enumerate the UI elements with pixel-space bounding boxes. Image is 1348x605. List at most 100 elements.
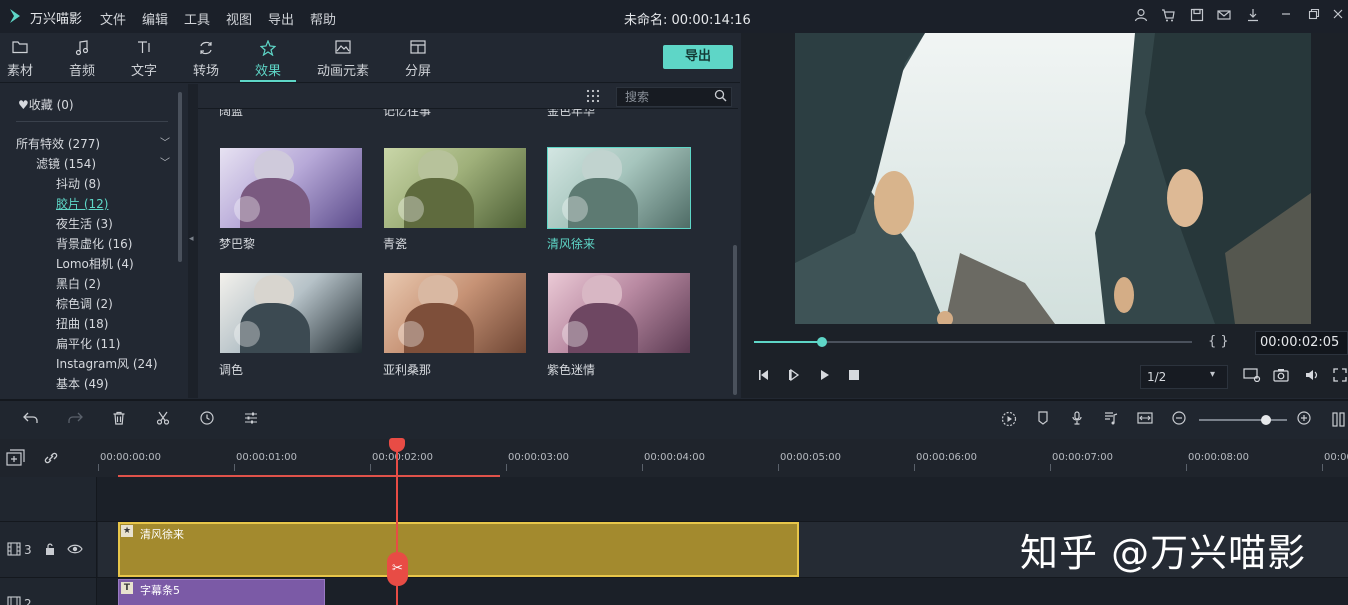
zoom-slider-track[interactable] bbox=[1199, 419, 1287, 421]
close-icon[interactable] bbox=[1330, 8, 1346, 24]
snapshot-icon[interactable] bbox=[1272, 368, 1290, 384]
sidebar-collapse-handle[interactable]: ◂ bbox=[188, 84, 198, 398]
chevron-down-icon[interactable]: ▾ bbox=[1210, 369, 1215, 380]
tab-transition[interactable]: 转场 bbox=[178, 40, 234, 80]
fit-timeline-icon[interactable] bbox=[1136, 411, 1154, 429]
sidebar-item-instagram[interactable]: Instagram风 (24) bbox=[56, 355, 158, 372]
eye-icon[interactable] bbox=[67, 542, 83, 559]
playback-scrubber-handle[interactable] bbox=[817, 337, 827, 347]
effect-label: 阔蓝 bbox=[219, 109, 244, 118]
menu-tools[interactable]: 工具 bbox=[184, 9, 210, 28]
user-icon[interactable] bbox=[1133, 8, 1149, 24]
sidebar-item-shake[interactable]: 抖动 (8) bbox=[56, 175, 101, 192]
text-clip-label: 字幕条5 bbox=[140, 584, 180, 597]
split-scissors-button[interactable]: ✂ bbox=[387, 552, 408, 586]
cart-icon[interactable] bbox=[1160, 8, 1176, 24]
minimize-icon[interactable] bbox=[1278, 8, 1294, 24]
chevron-down-icon[interactable]: ﹀ bbox=[160, 154, 170, 169]
effect-clip-label: 清风徐来 bbox=[140, 528, 184, 541]
effect-thumb-toning[interactable] bbox=[219, 272, 363, 354]
tab-audio[interactable]: 音频 bbox=[54, 40, 110, 80]
sidebar-item-film[interactable]: 胶片 (12) bbox=[56, 195, 108, 212]
sidebar-item-basic[interactable]: 基本 (49) bbox=[56, 375, 108, 392]
restore-icon[interactable] bbox=[1306, 8, 1322, 24]
favorites-item[interactable]: ♥收藏 (0) bbox=[18, 96, 74, 113]
delete-icon[interactable] bbox=[110, 411, 128, 429]
layout-toggle-icon[interactable] bbox=[1330, 411, 1348, 429]
grid-view-icon[interactable] bbox=[586, 89, 600, 103]
menu-help[interactable]: 帮助 bbox=[310, 9, 336, 28]
next-frame-icon[interactable] bbox=[785, 368, 803, 384]
sidebar-item-lomo[interactable]: Lomo相机 (4) bbox=[56, 255, 134, 272]
transition-icon bbox=[178, 40, 234, 60]
menu-file[interactable]: 文件 bbox=[100, 9, 126, 28]
fullscreen-icon[interactable] bbox=[1331, 368, 1348, 384]
redo-icon[interactable] bbox=[66, 411, 84, 429]
link-icon[interactable] bbox=[42, 449, 60, 467]
zoom-in-icon[interactable] bbox=[1295, 411, 1313, 429]
effects-cut-row: 阔蓝 记忆往事 金色年华 bbox=[198, 109, 733, 123]
track-headers bbox=[0, 477, 97, 605]
scissors-icon[interactable] bbox=[154, 411, 172, 429]
filters-item[interactable]: 滤镜 (154) bbox=[36, 155, 96, 172]
effect-label: 金色年华 bbox=[547, 109, 596, 118]
ruler-tick bbox=[1186, 464, 1187, 471]
tab-split-screen[interactable]: 分屏 bbox=[390, 40, 446, 80]
sidebar-item-sepia[interactable]: 棕色调 (2) bbox=[56, 295, 113, 312]
heart-icon: ♥ bbox=[18, 98, 29, 112]
effects-scrollbar[interactable] bbox=[733, 245, 737, 395]
render-preview-icon[interactable] bbox=[1000, 411, 1018, 429]
lock-icon[interactable] bbox=[44, 542, 56, 559]
tab-elements[interactable]: 动画元素 bbox=[312, 40, 374, 80]
add-track-icon[interactable] bbox=[6, 449, 26, 467]
chevron-left-icon: ◂ bbox=[189, 234, 194, 244]
chevron-down-icon[interactable]: ﹀ bbox=[160, 134, 170, 149]
download-icon[interactable] bbox=[1245, 8, 1261, 24]
text-icon: T bbox=[121, 582, 133, 594]
tab-split-screen-label: 分屏 bbox=[404, 64, 431, 79]
render-settings-icon[interactable] bbox=[1242, 368, 1262, 384]
sidebar-item-nightlife[interactable]: 夜生活 (3) bbox=[56, 215, 113, 232]
effect-thumb-breeze[interactable] bbox=[547, 147, 691, 229]
all-effects-item[interactable]: 所有特效 (277) bbox=[16, 135, 100, 152]
menu-edit[interactable]: 编辑 bbox=[142, 9, 168, 28]
zoom-out-icon[interactable] bbox=[1170, 411, 1188, 429]
tab-text[interactable]: 文字 bbox=[116, 40, 172, 80]
effect-thumb-paris[interactable] bbox=[219, 147, 363, 229]
effect-clip[interactable] bbox=[118, 522, 799, 577]
sidebar-scrollbar[interactable] bbox=[178, 92, 182, 262]
ruler-label: 00:00:01:00 bbox=[236, 452, 298, 463]
microphone-icon[interactable] bbox=[1068, 411, 1086, 429]
tab-media[interactable]: 素材 bbox=[0, 40, 48, 80]
prev-frame-icon[interactable] bbox=[755, 368, 773, 384]
ruler-tick bbox=[1050, 464, 1051, 471]
zoom-slider-handle[interactable] bbox=[1261, 415, 1271, 425]
search-icon[interactable] bbox=[714, 89, 728, 103]
play-icon[interactable] bbox=[815, 368, 833, 384]
video-preview[interactable] bbox=[795, 33, 1311, 324]
sidebar-item-bokeh[interactable]: 背景虚化 (16) bbox=[56, 235, 132, 252]
ruler-tick bbox=[506, 464, 507, 471]
save-icon[interactable] bbox=[1189, 8, 1205, 24]
sidebar-item-distort[interactable]: 扭曲 (18) bbox=[56, 315, 108, 332]
export-button[interactable]: 导出 bbox=[663, 45, 733, 69]
menu-view[interactable]: 视图 bbox=[226, 9, 252, 28]
tab-effects[interactable]: 效果 bbox=[240, 39, 296, 82]
speed-clock-icon[interactable] bbox=[198, 411, 216, 429]
volume-icon[interactable] bbox=[1303, 368, 1321, 384]
ruler-label: 00:00:00:00 bbox=[100, 452, 162, 463]
stop-icon[interactable] bbox=[845, 368, 863, 384]
effect-thumb-arizona[interactable] bbox=[383, 272, 527, 354]
ruler-label: 00:00:07:00 bbox=[1052, 452, 1114, 463]
effect-thumb-celadon[interactable] bbox=[383, 147, 527, 229]
mark-in-out-buttons[interactable]: { } bbox=[1208, 334, 1229, 349]
sidebar-item-flat[interactable]: 扁平化 (11) bbox=[56, 335, 120, 352]
effect-thumb-purple[interactable] bbox=[547, 272, 691, 354]
undo-icon[interactable] bbox=[22, 411, 40, 429]
adjust-sliders-icon[interactable] bbox=[242, 411, 260, 429]
menu-export[interactable]: 导出 bbox=[268, 9, 294, 28]
marker-icon[interactable] bbox=[1034, 411, 1052, 429]
mail-icon[interactable] bbox=[1216, 8, 1232, 24]
audio-mixer-icon[interactable] bbox=[1102, 411, 1120, 429]
sidebar-item-bw[interactable]: 黑白 (2) bbox=[56, 275, 101, 292]
